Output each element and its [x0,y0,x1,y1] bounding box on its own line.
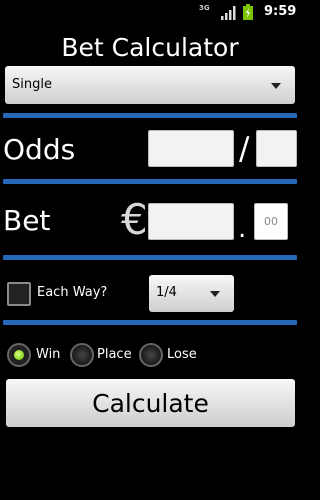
page-title: Bet Calculator [61,33,239,62]
each-way-fraction-dropdown[interactable]: 1/4 [149,275,234,312]
lose-label: Lose [167,347,197,362]
divider [3,255,297,260]
place-radio[interactable] [70,343,94,367]
lose-radio[interactable] [139,343,163,367]
odds-label: Odds [3,133,76,166]
divider [3,113,297,118]
bet-label: Bet [3,204,51,237]
odds-numerator-input[interactable] [148,130,234,167]
divider [3,320,297,325]
bet-type-value: Single [12,77,52,92]
chevron-down-icon [271,83,281,89]
odds-denominator-input[interactable] [256,130,297,167]
calculate-button[interactable]: Calculate [6,379,295,427]
signal-icon [221,6,236,20]
clock: 9:59 [264,4,297,19]
decimal-separator: . [238,214,247,244]
bet-cents-input[interactable]: 00 [254,203,288,240]
win-label: Win [36,347,61,362]
chevron-down-icon [210,291,220,297]
battery-charging-icon [243,4,253,20]
bet-amount-input[interactable] [148,203,234,240]
place-label: Place [97,347,132,362]
each-way-fraction-value: 1/4 [156,285,177,300]
odds-separator: / [239,131,250,167]
network-type-indicator: 3G [199,4,210,12]
bet-type-dropdown[interactable]: Single [5,66,295,104]
currency-symbol: € [121,195,148,244]
each-way-label: Each Way? [37,285,108,300]
each-way-checkbox[interactable] [7,282,31,306]
divider [3,179,297,184]
win-radio[interactable] [7,343,31,367]
status-bar: 3G 9:59 [0,0,300,24]
